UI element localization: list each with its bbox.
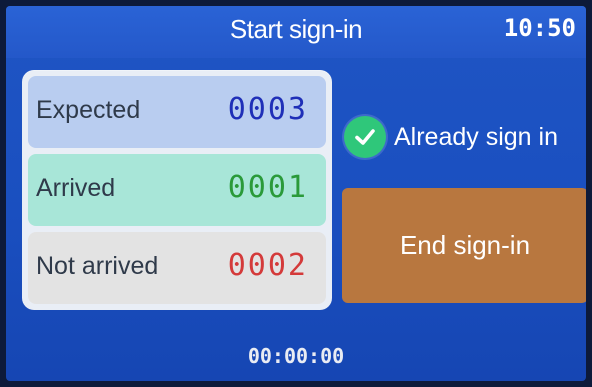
end-sign-in-button[interactable]: End sign-in: [342, 188, 586, 303]
arrived-row: Arrived 0001: [28, 154, 326, 226]
sign-in-status: Already sign in: [344, 116, 558, 158]
clock-time: 10:50: [503, 14, 576, 42]
not-arrived-row: Not arrived 0002: [28, 232, 326, 304]
device-screen: Start sign-in 10:50 Expected 0003 Arrive…: [6, 6, 586, 381]
end-sign-in-label: End sign-in: [399, 230, 531, 260]
not-arrived-label: Not arrived: [36, 252, 159, 280]
status-text: Already sign in: [394, 122, 558, 151]
elapsed-timer: 00:00:00: [247, 344, 345, 368]
check-circle-icon: [344, 116, 386, 158]
top-bar: Start sign-in 10:50: [6, 6, 586, 58]
expected-count: 0003: [227, 92, 308, 127]
expected-row: Expected 0003: [28, 76, 326, 148]
arrived-label: Arrived: [36, 174, 116, 202]
expected-label: Expected: [36, 96, 141, 124]
arrived-count: 0001: [227, 170, 308, 205]
attendance-summary-panel: Expected 0003 Arrived 0001 Not arrived 0…: [22, 70, 332, 310]
page-title: Start sign-in: [229, 14, 363, 44]
not-arrived-count: 0002: [227, 248, 308, 283]
